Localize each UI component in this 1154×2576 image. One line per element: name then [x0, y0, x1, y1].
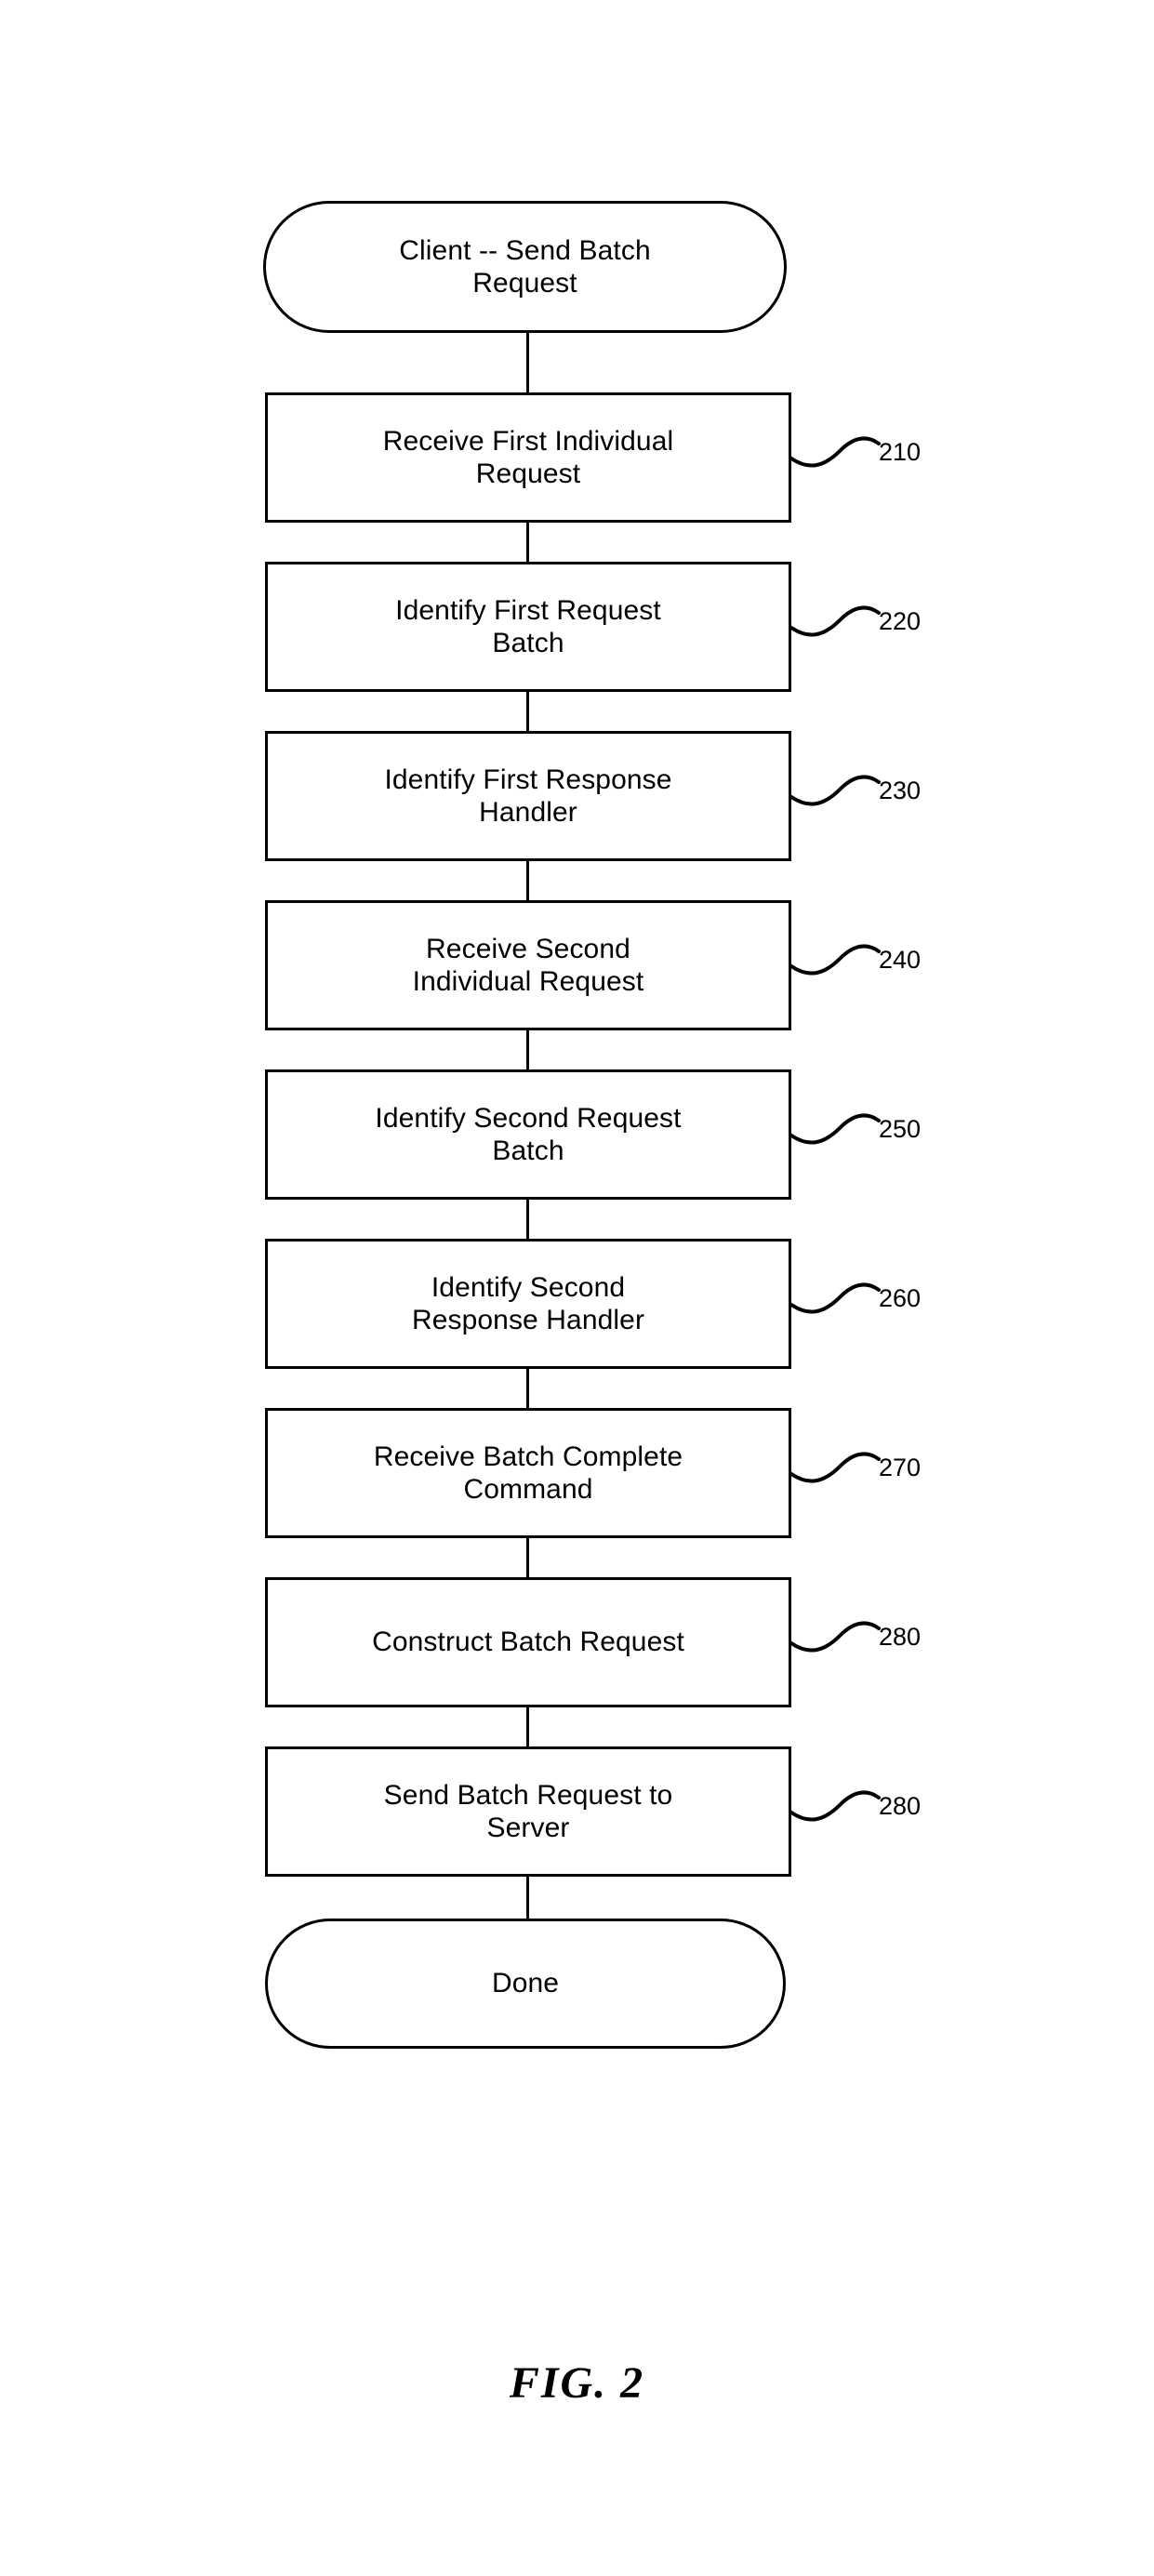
flow-node-step-230: Identify First Response Handler [265, 731, 791, 861]
flow-node-step-280-construct-label: Construct Batch Request [372, 1627, 684, 1658]
flow-node-step-210: Receive First Individual Request [265, 392, 791, 523]
flow-node-end: Done [265, 1919, 786, 2049]
flow-node-step-240: Receive Second Individual Request [265, 900, 791, 1030]
ref-number-210: 210 [879, 438, 922, 466]
flow-node-step-220-label: Identify First Request Batch [395, 594, 661, 658]
ref-number-280-construct: 280 [879, 1623, 922, 1651]
ref-number-230: 230 [879, 777, 922, 804]
flow-node-step-270-label: Receive Batch Complete Command [373, 1441, 683, 1505]
ref-number-280-send: 280 [879, 1792, 922, 1820]
flow-node-step-270: Receive Batch Complete Command [265, 1408, 791, 1538]
ref-number-240: 240 [879, 946, 922, 974]
connector-250-to-260 [526, 1200, 529, 1239]
flow-node-step-250: Identify Second Request Batch [265, 1069, 791, 1200]
ref-number-270: 270 [879, 1454, 922, 1481]
patent-figure-sheet: Client -- Send Batch Request Receive Fir… [0, 0, 1154, 2576]
ref-number-250: 250 [879, 1115, 922, 1143]
flow-node-end-label: Done [491, 1968, 560, 1999]
flow-node-step-240-label: Receive Second Individual Request [412, 933, 644, 997]
ref-number-260: 260 [879, 1284, 922, 1312]
connector-230-to-240 [526, 861, 529, 900]
flow-node-step-280-send: Send Batch Request to Server [265, 1746, 791, 1877]
connector-210-to-220 [526, 523, 529, 562]
connector-240-to-250 [526, 1030, 529, 1069]
flow-node-step-230-label: Identify First Response Handler [384, 764, 672, 828]
flow-node-step-280-send-label: Send Batch Request to Server [383, 1779, 673, 1843]
flow-node-step-210-label: Receive First Individual Request [382, 425, 674, 489]
flow-node-start: Client -- Send Batch Request [263, 201, 787, 333]
flow-node-step-250-label: Identify Second Request Batch [375, 1102, 682, 1166]
ref-number-220: 220 [879, 607, 922, 635]
flow-node-step-260: Identify Second Response Handler [265, 1239, 791, 1369]
figure-caption: FIG. 2 [509, 2358, 645, 2408]
flow-node-step-280-construct: Construct Batch Request [265, 1577, 791, 1707]
connector-280a-to-280b [526, 1707, 529, 1746]
connector-start-to-210 [526, 333, 529, 392]
connector-270-to-280a [526, 1538, 529, 1577]
flow-node-start-label: Client -- Send Batch Request [399, 234, 651, 299]
flow-node-step-220: Identify First Request Batch [265, 562, 791, 692]
connector-220-to-230 [526, 692, 529, 731]
flow-node-step-260-label: Identify Second Response Handler [411, 1271, 645, 1335]
connector-280b-to-end [526, 1877, 529, 1919]
connector-260-to-270 [526, 1369, 529, 1408]
